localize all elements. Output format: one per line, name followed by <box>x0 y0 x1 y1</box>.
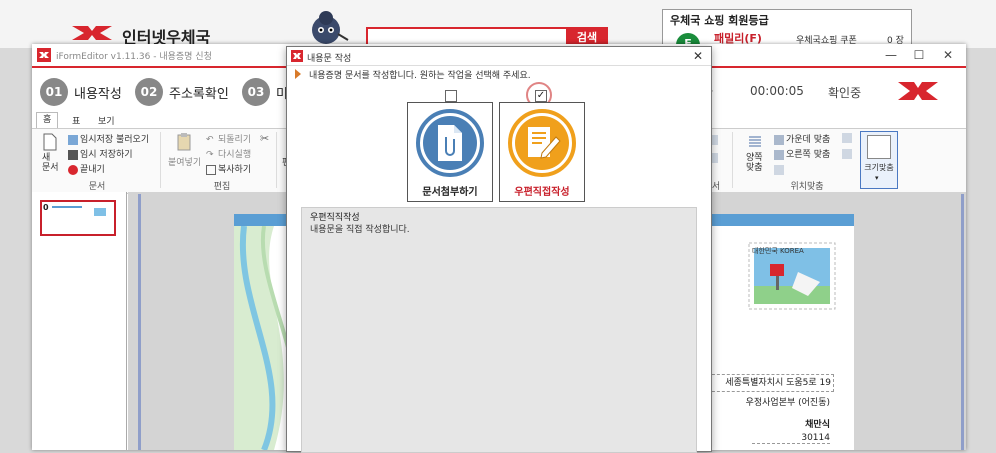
recipient-zip[interactable]: 30114 <box>752 433 830 444</box>
tab-view[interactable]: 보기 <box>92 114 121 127</box>
align-both-button[interactable]: 양쪽 맞춤 <box>746 153 763 173</box>
step-label: 내용작성 <box>74 86 122 102</box>
ribbon-separator <box>732 132 733 188</box>
app-logo-icon <box>291 50 303 62</box>
new-document-button[interactable]: 새 문서 <box>42 153 59 173</box>
write-document-icon <box>508 109 576 177</box>
step-address-check[interactable]: 02 주소록확인 <box>135 78 229 106</box>
align-justify-icon <box>749 136 761 147</box>
copy-icon <box>206 164 216 175</box>
folder-icon <box>68 134 78 145</box>
align-center-label: 가운데 맞춤 <box>786 135 831 145</box>
step-preview[interactable]: 03 미 <box>242 78 288 106</box>
tab-table[interactable]: 표 <box>66 114 86 127</box>
tab-home[interactable]: 홈 <box>36 112 59 129</box>
load-temp-label: 임시저장 불러오기 <box>80 135 150 145</box>
mascot-icon <box>312 11 349 44</box>
align-icon <box>842 149 852 159</box>
compose-dialog: 내용문 작성 ✕ 내용증명 문서를 작성합니다. 원하는 작업을 선택해 주세요… <box>286 46 712 453</box>
thumbnail-preview <box>52 206 82 208</box>
align-icon <box>774 165 784 175</box>
redo-icon: ↷ <box>206 149 214 160</box>
save-temp-label: 임시 저장하기 <box>80 150 133 160</box>
close-circle-icon <box>68 164 78 175</box>
dropdown-arrow-icon: ▾ <box>875 174 879 182</box>
group-label-document: 문서 <box>88 182 106 192</box>
editor-title: iFormEditor v1.11.36 - 내용증명 신청 <box>56 52 212 62</box>
arrow-right-icon <box>295 69 301 79</box>
korea-post-logo-icon <box>72 26 112 40</box>
thumbnail-page-number: 0 <box>43 203 49 212</box>
step-content-write[interactable]: 01 내용작성 <box>40 78 122 106</box>
minimize-button[interactable]: — <box>880 46 902 64</box>
write-directly-option[interactable]: 우편직접작성 <box>499 102 585 202</box>
dialog-instruction: 내용증명 문서를 작성합니다. 원하는 작업을 선택해 주세요. <box>309 71 531 81</box>
copy-button[interactable]: 복사하기 <box>206 162 251 175</box>
recipient-address-line2[interactable]: 우정사업본부 (어진동) <box>702 395 830 411</box>
align-right-label: 오른쪽 맞춤 <box>786 150 831 160</box>
load-temp-button[interactable]: 임시저장 불러오기 <box>68 132 149 145</box>
new-document-icon <box>43 133 57 151</box>
exit-label: 끝내기 <box>80 165 105 175</box>
ribbon-separator <box>276 132 277 188</box>
align-center-button[interactable]: 가운데 맞춤 <box>774 132 830 145</box>
ribbon-separator <box>160 132 161 188</box>
description-text: 내용문을 직접 작성합니다. <box>310 225 410 235</box>
group-label-edit: 편집 <box>213 182 231 192</box>
paste-button[interactable]: 붙여넣기 <box>168 155 201 168</box>
status-text: 확인중 <box>828 86 862 100</box>
write-directly-label: 우편직접작성 <box>514 187 570 198</box>
recipient-address-line1[interactable]: 세종특별자치시 도움5로 19 <box>702 374 834 392</box>
fit-size-icon <box>867 135 891 159</box>
undo-icon: ↶ <box>206 134 214 145</box>
align-center-icon <box>774 134 784 145</box>
app-logo-icon <box>37 48 51 62</box>
korea-post-logo-icon <box>898 82 938 100</box>
align-icon <box>842 133 852 143</box>
cut-icon[interactable]: ✂ <box>260 132 269 145</box>
redo-label: 다시실행 <box>218 150 252 160</box>
save-icon <box>68 149 78 160</box>
dialog-close-button[interactable]: ✕ <box>689 48 707 64</box>
option-description-panel: 우편직직작성 내용문을 직접 작성합니다. <box>301 207 697 453</box>
attach-checkbox[interactable] <box>445 90 457 102</box>
dialog-title: 내용문 작성 <box>307 54 352 64</box>
undo-label: 되돌리기 <box>218 135 252 145</box>
thumbnail-stamp <box>94 208 106 216</box>
group-label-position: 위치맞춤 <box>790 182 824 192</box>
redo-button[interactable]: ↷ 다시실행 <box>206 147 252 161</box>
close-button[interactable]: ✕ <box>937 46 959 64</box>
align-right-icon <box>774 149 784 160</box>
page-thumbnail[interactable]: 0 <box>40 200 116 236</box>
recipient-name[interactable]: 채만식 <box>702 417 830 430</box>
save-temp-button[interactable]: 임시 저장하기 <box>68 147 133 160</box>
attach-document-icon <box>416 109 484 177</box>
undo-button[interactable]: ↶ 되돌리기 <box>206 132 252 146</box>
exit-button[interactable]: 끝내기 <box>68 162 105 175</box>
fit-size-button[interactable]: 크기맞춤 ▾ <box>860 131 898 189</box>
fit-size-label: 크기맞춤 <box>864 163 894 172</box>
maximize-button[interactable]: ☐ <box>908 46 930 64</box>
page-thumbnail-pane: 0 <box>32 192 127 450</box>
step-label: 주소록확인 <box>169 86 229 102</box>
stamp-text: 대한민국 KOREA <box>752 247 804 255</box>
step-number: 01 <box>40 78 68 106</box>
attach-document-option[interactable]: 문서첨부하기 <box>407 102 493 202</box>
paste-icon <box>177 133 191 151</box>
step-number: 03 <box>242 78 270 106</box>
member-title: 우체국 쇼핑 회원등급 <box>670 14 769 27</box>
attach-document-label: 문서첨부하기 <box>422 187 478 198</box>
align-right-button[interactable]: 오른쪽 맞춤 <box>774 147 830 160</box>
copy-label: 복사하기 <box>218 165 252 175</box>
step-number: 02 <box>135 78 163 106</box>
elapsed-timer: 00:00:05 <box>750 84 804 98</box>
